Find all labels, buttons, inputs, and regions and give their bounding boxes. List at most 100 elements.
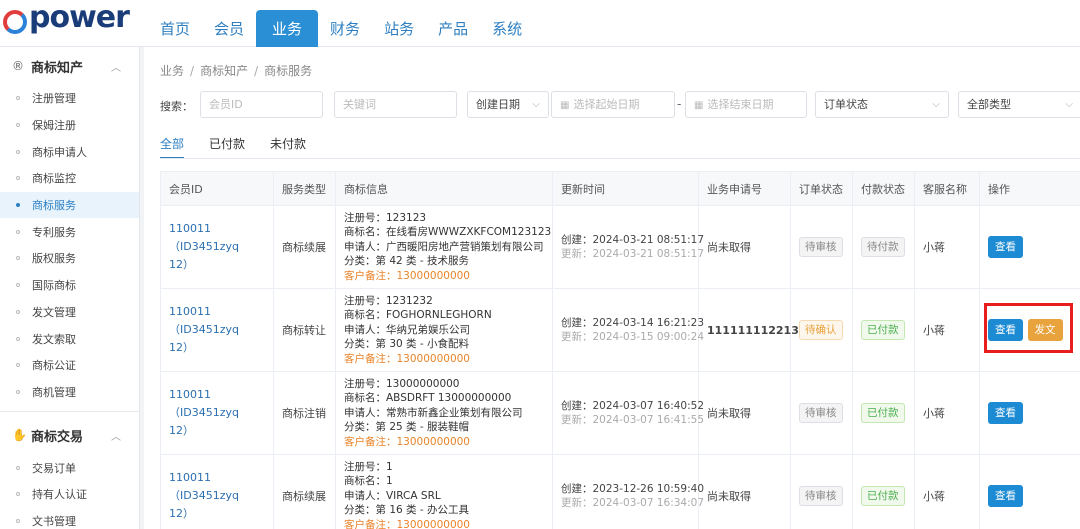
trademark-info: 注册号：123123 商标名：在线看房WWWZXKFCOM123123 申请人：… bbox=[335, 205, 553, 289]
column-header: 业务申请号 bbox=[698, 171, 791, 206]
nav-business[interactable]: 业务 bbox=[256, 10, 319, 47]
member-id-link[interactable]: 110011（ID3451zyq 12） bbox=[169, 386, 273, 440]
member-id-link[interactable]: 110011（ID3451zyq 12） bbox=[169, 469, 273, 523]
nav-member[interactable]: 会员 bbox=[202, 0, 256, 47]
tab-unpaid[interactable]: 未付款 bbox=[270, 135, 306, 159]
chevron-down-icon: ⌵ bbox=[1065, 99, 1073, 110]
sidebar-item-label: 商标监控 bbox=[32, 172, 76, 186]
member-id-input[interactable]: 会员ID bbox=[200, 91, 323, 118]
sidebar-item-notarization[interactable]: 商标公证 bbox=[0, 352, 139, 379]
bullet-icon bbox=[16, 309, 20, 314]
chevron-up-icon[interactable]: ︿ bbox=[111, 59, 121, 74]
chevron-up-icon[interactable]: ︿ bbox=[111, 428, 121, 443]
sidebar-item-label: 商标公证 bbox=[32, 359, 76, 373]
created-time: 创建：2024-03-21 08:51:17 bbox=[561, 234, 705, 246]
sidebar-item-document-management[interactable]: 发文管理 bbox=[0, 299, 139, 326]
sidebar-item-registration[interactable]: 注册管理 bbox=[0, 85, 139, 112]
view-button[interactable]: 查看 bbox=[988, 402, 1023, 424]
column-header: 会员ID bbox=[160, 171, 274, 206]
sidebar-item-label: 持有人认证 bbox=[32, 488, 87, 502]
sidebar-item-copyright[interactable]: 版权服务 bbox=[0, 245, 139, 272]
trademark-info: 注册号：1231232 商标名：FOGHORNLEGHORN 申请人：华纳兄弟娱… bbox=[335, 288, 553, 372]
sidebar-item-document-request[interactable]: 发文索取 bbox=[0, 325, 139, 352]
nav-home[interactable]: 首页 bbox=[148, 0, 202, 47]
mark-name: 商标名：1 bbox=[344, 475, 393, 488]
category: 分类：第 42 类 - 技术服务 bbox=[344, 255, 469, 268]
column-header: 服务类型 bbox=[273, 171, 336, 206]
sidebar-group-trademark[interactable]: ® 商标知产 ︿ bbox=[0, 47, 139, 85]
sidebar-item-documents[interactable]: 文书管理 bbox=[0, 508, 139, 529]
end-date-picker[interactable]: ▦ 选择结束日期 bbox=[685, 91, 807, 118]
category: 分类：第 30 类 - 小食配料 bbox=[344, 338, 469, 351]
bullet-icon bbox=[16, 256, 20, 261]
updated-time: 更新：2024-03-15 09:00:24 bbox=[561, 331, 705, 343]
chevron-down-icon: ⌵ bbox=[532, 99, 540, 110]
keyword-input[interactable]: 关键词 bbox=[334, 91, 457, 118]
nav-product[interactable]: 产品 bbox=[426, 0, 480, 47]
pay-status-badge: 已付款 bbox=[861, 320, 905, 340]
member-id-link[interactable]: 110011（ID3451zyq 12） bbox=[169, 303, 273, 357]
sidebar-item-nanny-registration[interactable]: 保姆注册 bbox=[0, 112, 139, 139]
payment-tabs: 全部 已付款 未付款 bbox=[160, 135, 331, 159]
bullet-icon bbox=[16, 363, 20, 368]
sidebar-group-trading[interactable]: ✋ 商标交易 ︿ bbox=[0, 416, 139, 454]
sidebar-group-label: 商标知产 bbox=[31, 60, 84, 76]
column-header: 商标信息 bbox=[335, 171, 553, 206]
tab-all[interactable]: 全部 bbox=[160, 135, 185, 159]
sidebar-item-international[interactable]: 国际商标 bbox=[0, 272, 139, 299]
order-status-cell: 待审核 bbox=[790, 371, 853, 455]
sidebar-item-label: 版权服务 bbox=[32, 252, 76, 266]
sidebar-item-label: 专利服务 bbox=[32, 225, 76, 239]
sidebar-item-trademark-service[interactable]: 商标服务 bbox=[0, 191, 139, 219]
view-button[interactable]: 查看 bbox=[988, 485, 1023, 507]
sidebar-item-patent[interactable]: 专利服务 bbox=[0, 218, 139, 245]
updated-time: 更新：2024-03-07 16:34:07 bbox=[561, 497, 705, 509]
view-button[interactable]: 查看 bbox=[988, 236, 1023, 258]
sidebar-group-label: 商标交易 bbox=[31, 429, 84, 445]
type-select[interactable]: 全部类型 ⌵ bbox=[958, 91, 1080, 118]
order-status-badge: 待审核 bbox=[799, 486, 843, 506]
bullet-icon bbox=[16, 176, 20, 181]
calendar-icon: ▦ bbox=[694, 100, 704, 111]
update-time: 创建：2024-03-14 16:21:23 更新：2024-03-15 09:… bbox=[552, 288, 705, 372]
member-id-link[interactable]: 110011（ID3451zyq 12） bbox=[169, 220, 273, 274]
top-bar: power 首页 会员 业务 财务 站务 产品 系统 bbox=[0, 0, 1080, 47]
service-type: 商标转让 bbox=[273, 288, 336, 372]
application-number: 111111112213 bbox=[698, 288, 799, 372]
nav-system[interactable]: 系统 bbox=[480, 0, 534, 47]
member-cell: 110011（ID3451zyq 12） bbox=[160, 288, 274, 372]
calendar-icon: ▦ bbox=[560, 100, 570, 111]
actions-cell: 查看 bbox=[979, 454, 1080, 529]
sidebar-item-applicant[interactable]: 商标申请人 bbox=[0, 138, 139, 165]
start-date-placeholder: 选择起始日期 bbox=[573, 98, 640, 111]
member-id-text: 110011（ID3451zyq bbox=[169, 471, 239, 502]
sidebar-item-holder-verification[interactable]: 持有人认证 bbox=[0, 481, 139, 508]
logo-text: power bbox=[29, 0, 130, 35]
updated-time: 更新：2024-03-07 16:41:55 bbox=[561, 414, 705, 426]
sidebar-item-trade-orders[interactable]: 交易订单 bbox=[0, 454, 139, 481]
nav-site[interactable]: 站务 bbox=[372, 0, 426, 47]
nav-finance[interactable]: 财务 bbox=[318, 0, 372, 47]
logo[interactable]: power bbox=[0, 0, 140, 47]
tab-paid[interactable]: 已付款 bbox=[209, 135, 245, 159]
pay-status-cell: 已付款 bbox=[852, 288, 915, 372]
breadcrumb-item[interactable]: 业务 bbox=[160, 64, 184, 78]
sidebar-item-opportunity[interactable]: 商机管理 bbox=[0, 379, 139, 406]
date-type-select[interactable]: 创建日期 ⌵ bbox=[467, 91, 549, 118]
order-status-select[interactable]: 订单状态 ⌵ bbox=[815, 91, 949, 118]
customer-remark: 客户备注：13000000000 bbox=[344, 352, 470, 365]
member-id-text: 12） bbox=[169, 507, 194, 520]
sidebar-item-monitor[interactable]: 商标监控 bbox=[0, 165, 139, 192]
bullet-icon bbox=[16, 203, 20, 208]
actions-cell: 查看 bbox=[979, 205, 1080, 289]
member-cell: 110011（ID3451zyq 12） bbox=[160, 454, 274, 529]
order-status-value: 订单状态 bbox=[824, 98, 868, 111]
member-id-text: 12） bbox=[169, 258, 194, 271]
trademark-info: 注册号：13000000000 商标名：ABSDRFT 13000000000 … bbox=[335, 371, 553, 455]
pay-status-badge: 已付款 bbox=[861, 403, 905, 423]
start-date-picker[interactable]: ▦ 选择起始日期 bbox=[551, 91, 675, 118]
sidebar-item-label: 文书管理 bbox=[32, 514, 76, 528]
sidebar-item-label: 商机管理 bbox=[32, 385, 76, 399]
mark-name: 商标名：ABSDRFT 13000000000 bbox=[344, 392, 512, 405]
breadcrumb-item[interactable]: 商标知产 bbox=[200, 64, 248, 78]
